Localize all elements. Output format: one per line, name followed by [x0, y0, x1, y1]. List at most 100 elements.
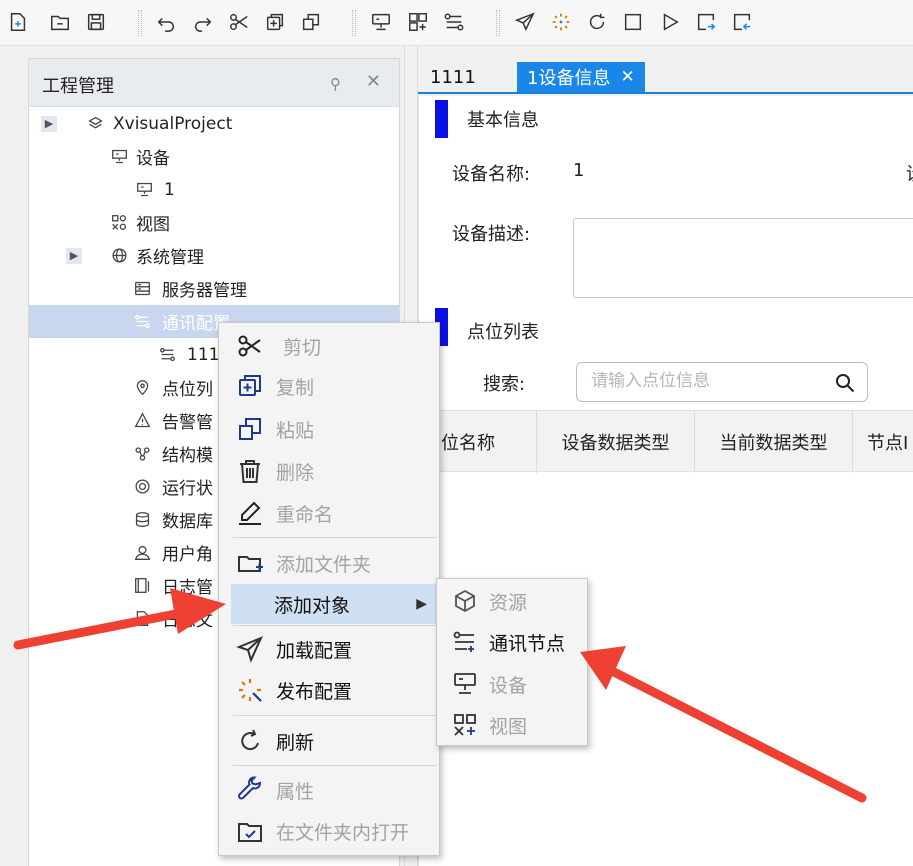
- sparkle-icon: [235, 675, 265, 705]
- menu-item-add-folder[interactable]: 添加文件夹: [219, 543, 439, 583]
- redo-icon[interactable]: [191, 10, 215, 34]
- refresh-icon[interactable]: [585, 10, 609, 34]
- submenu-item-comm-node[interactable]: 通讯节点: [437, 622, 587, 662]
- menu-item-label: 刷新: [276, 731, 315, 754]
- section-title-basic: 基本信息: [467, 110, 539, 131]
- user-icon: [133, 544, 151, 562]
- status-icon: [133, 478, 151, 496]
- menu-item-label: 剪切: [283, 336, 322, 359]
- tree-item-label: 结构模: [162, 446, 213, 466]
- tree-item-server[interactable]: 服务器管理: [29, 272, 399, 305]
- menu-item-label: 在文件夹内打开: [276, 821, 410, 844]
- tree-item-label: 日志文: [162, 611, 213, 631]
- tree-item-label: 运行状: [162, 479, 213, 499]
- tab-close-icon[interactable]: ✕: [620, 67, 634, 87]
- trash-icon: [235, 456, 265, 486]
- scissors-icon: [235, 331, 265, 361]
- tree-item-label: 视图: [136, 215, 170, 235]
- menu-item-label: 添加文件夹: [276, 553, 372, 576]
- menu-item-label: 属性: [276, 780, 315, 803]
- panel-header: 工程管理 ⚲ ✕: [29, 59, 399, 107]
- submenu-item-label: 视图: [489, 715, 528, 738]
- tree-item-view[interactable]: 视图: [29, 206, 399, 239]
- menu-item-delete[interactable]: 删除: [219, 451, 439, 491]
- submenu-item-device[interactable]: 设备: [437, 664, 587, 704]
- cube-icon: [451, 587, 479, 615]
- device-desc-label: 设备描述:: [452, 224, 531, 245]
- tree-item-system[interactable]: ▶ 系统管理: [29, 239, 399, 272]
- add-object-submenu: 资源 通讯节点 设备 视图: [436, 578, 588, 746]
- menu-item-cut[interactable]: 剪切: [219, 326, 439, 366]
- tree-item-device[interactable]: 设备: [29, 140, 399, 173]
- device-icon[interactable]: [369, 10, 393, 34]
- run-icon[interactable]: [658, 10, 682, 34]
- device-name-value: 1: [573, 160, 585, 181]
- clipped-field-label: 设: [906, 160, 913, 186]
- menu-item-refresh[interactable]: 刷新: [219, 721, 439, 761]
- search-input[interactable]: [591, 371, 811, 391]
- menu-item-label: 复制: [276, 376, 315, 399]
- tree-item-label: 数据库: [162, 512, 213, 532]
- stop-icon[interactable]: [621, 10, 645, 34]
- expand-arrow-icon[interactable]: ▶: [66, 247, 82, 264]
- menu-item-rename[interactable]: 重命名: [219, 493, 439, 533]
- view-icon[interactable]: [406, 10, 430, 34]
- pin-icon[interactable]: ⚲: [330, 75, 341, 93]
- comm-node-icon[interactable]: [442, 10, 466, 34]
- log-file-icon: [133, 610, 151, 628]
- device-info-form: 基本信息 设备名称: 1 设 设备描述: 点位列表 搜索: 点位名称 设备数据类…: [418, 96, 913, 866]
- menu-item-properties[interactable]: 属性: [219, 770, 439, 810]
- globe-icon: [110, 247, 128, 265]
- menu-item-label: 删除: [276, 461, 315, 484]
- tab-1111[interactable]: 1111: [420, 62, 486, 92]
- column-header[interactable]: 当前数据类型: [695, 411, 853, 473]
- panel-title: 工程管理: [42, 76, 114, 97]
- menu-separator: [233, 765, 437, 766]
- tab-label: 1111: [430, 66, 476, 88]
- column-header[interactable]: 设备数据类型: [537, 411, 695, 473]
- menu-item-publish-config[interactable]: 发布配置: [219, 670, 439, 710]
- tree-item-device-1[interactable]: 1: [29, 173, 399, 206]
- cut-icon[interactable]: [227, 10, 251, 34]
- new-project-icon[interactable]: [6, 10, 30, 34]
- open-folder-icon[interactable]: [48, 10, 72, 34]
- submenu-item-resource[interactable]: 资源: [437, 581, 587, 621]
- tree-item-project[interactable]: ▶ XvisualProject: [29, 107, 399, 140]
- expand-arrow-icon[interactable]: ▶: [41, 115, 57, 132]
- device-icon: [110, 148, 128, 166]
- tree-item-label: 111: [187, 344, 220, 365]
- search-icon[interactable]: [833, 371, 857, 395]
- submenu-item-label: 通讯节点: [489, 632, 566, 655]
- main-toolbar: [0, 0, 913, 46]
- search-label: 搜索:: [483, 374, 526, 395]
- toolbar-separator: [496, 10, 500, 36]
- menu-item-copy[interactable]: 复制: [219, 366, 439, 406]
- location-icon: [133, 379, 151, 397]
- copy-icon[interactable]: [263, 10, 287, 34]
- menu-item-label: 发布配置: [276, 680, 353, 703]
- paste-icon[interactable]: [299, 10, 323, 34]
- export-icon[interactable]: [694, 10, 718, 34]
- close-icon[interactable]: ✕: [366, 71, 381, 92]
- undo-icon[interactable]: [154, 10, 178, 34]
- device-name-label: 设备名称:: [452, 164, 531, 185]
- publish-config-icon[interactable]: [549, 10, 573, 34]
- paste-icon: [235, 414, 265, 444]
- save-icon[interactable]: [84, 10, 108, 34]
- structure-icon: [133, 445, 151, 463]
- menu-separator: [233, 625, 437, 626]
- submenu-item-view[interactable]: 视图: [437, 705, 587, 745]
- menu-item-add-object[interactable]: 添加对象 ▶: [231, 584, 437, 624]
- copy-icon: [235, 371, 265, 401]
- load-config-icon[interactable]: [513, 10, 537, 34]
- menu-item-paste[interactable]: 粘贴: [219, 409, 439, 449]
- open-in-folder-icon: [235, 816, 265, 846]
- comm-node-icon: [158, 346, 176, 364]
- section-title-points: 点位列表: [467, 322, 539, 343]
- column-header[interactable]: 节点I: [853, 411, 913, 473]
- menu-item-load-config[interactable]: 加载配置: [219, 629, 439, 669]
- import-icon[interactable]: [730, 10, 754, 34]
- device-desc-field[interactable]: [573, 218, 913, 298]
- tab-device-info[interactable]: 1设备信息 ✕: [517, 62, 645, 92]
- menu-item-open-in-folder[interactable]: 在文件夹内打开: [219, 811, 439, 851]
